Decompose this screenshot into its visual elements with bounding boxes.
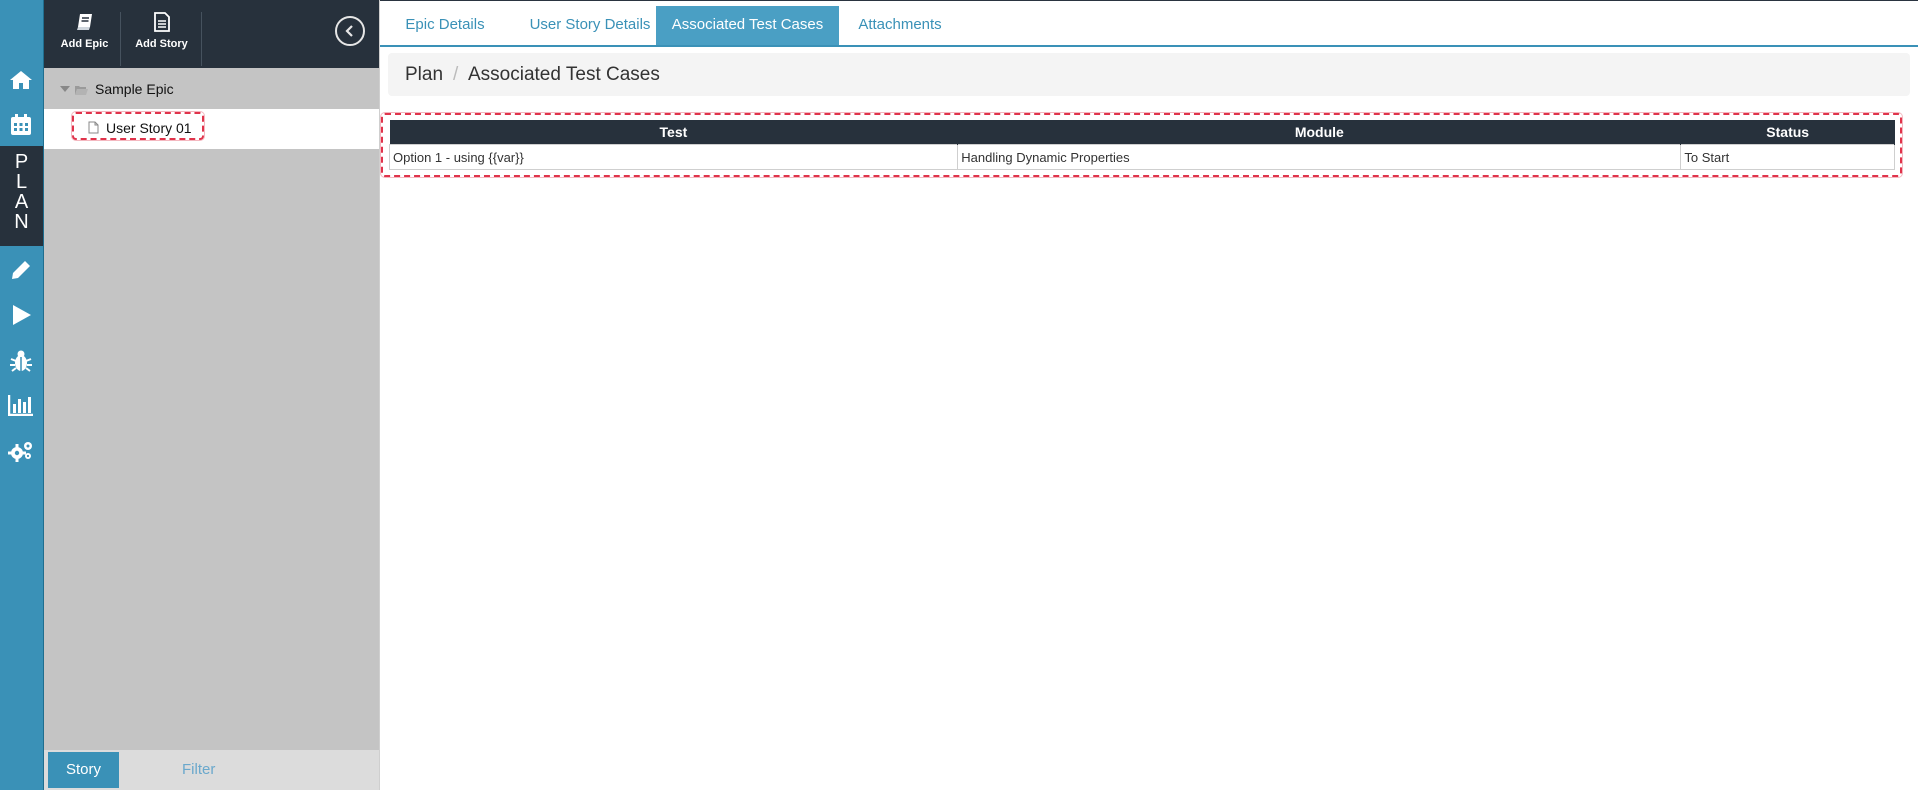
column-header-module[interactable]: Module bbox=[957, 120, 1682, 145]
home-icon[interactable] bbox=[8, 67, 34, 93]
add-story-label: Add Story bbox=[135, 38, 188, 50]
plan-letter: A bbox=[14, 191, 29, 213]
story-tree-panel: Add Epic Add Story Sample Epic User Stor… bbox=[44, 0, 379, 790]
breadcrumb-root[interactable]: Plan bbox=[405, 53, 443, 96]
toolbar-divider bbox=[201, 12, 202, 66]
collapse-panel-button[interactable] bbox=[335, 16, 365, 46]
add-story-button[interactable]: Add Story bbox=[124, 10, 199, 66]
bug-icon[interactable] bbox=[8, 348, 34, 374]
toolbar-divider bbox=[120, 12, 121, 66]
tab-filter[interactable]: Filter bbox=[164, 752, 233, 788]
add-epic-button[interactable]: Add Epic bbox=[47, 10, 122, 66]
nav-rail: P L A N bbox=[0, 0, 43, 790]
document-icon bbox=[124, 10, 199, 34]
plan-letter: P bbox=[14, 151, 29, 173]
breadcrumb-separator: / bbox=[453, 64, 459, 85]
cell-module: Handling Dynamic Properties bbox=[957, 144, 1682, 170]
file-icon bbox=[88, 121, 99, 137]
caret-down-icon[interactable] bbox=[60, 86, 70, 92]
bar-chart-icon[interactable] bbox=[8, 392, 34, 418]
plan-letter: N bbox=[14, 211, 29, 233]
play-icon[interactable] bbox=[8, 302, 34, 328]
chevron-left-icon bbox=[345, 25, 353, 37]
breadcrumb-current: Associated Test Cases bbox=[468, 64, 660, 85]
panel-divider bbox=[379, 0, 380, 790]
pencil-icon[interactable] bbox=[8, 257, 34, 283]
tab-user-story-details[interactable]: User Story Details bbox=[510, 6, 670, 45]
book-icon bbox=[47, 10, 122, 34]
tree-item-epic[interactable]: Sample Epic bbox=[44, 78, 379, 100]
plan-letter: L bbox=[15, 171, 28, 193]
folder-open-icon bbox=[74, 83, 89, 99]
column-header-test[interactable]: Test bbox=[389, 120, 959, 145]
plan-section-label: P L A N bbox=[0, 146, 43, 246]
tree-item-story[interactable]: User Story 01 bbox=[44, 109, 379, 149]
highlight-box: Test Module Status Option 1 - using {{va… bbox=[381, 113, 1902, 177]
detail-tabs: Epic Details User Story Details Associat… bbox=[380, 6, 1918, 47]
add-epic-label: Add Epic bbox=[60, 38, 109, 50]
cell-status: To Start bbox=[1680, 144, 1895, 170]
calendar-icon[interactable] bbox=[8, 112, 34, 138]
column-header-status[interactable]: Status bbox=[1680, 120, 1895, 145]
settings-icon[interactable] bbox=[8, 438, 34, 464]
epic-label: Sample Epic bbox=[95, 81, 174, 97]
tree-toolbar: Add Epic Add Story bbox=[44, 0, 379, 68]
cell-test[interactable]: Option 1 - using {{var}} bbox=[388, 144, 959, 170]
tab-attachments[interactable]: Attachments bbox=[848, 6, 952, 45]
tab-associated-test-cases[interactable]: Associated Test Cases bbox=[656, 6, 839, 45]
table-row[interactable]: Option 1 - using {{var}} Handling Dynami… bbox=[388, 144, 1895, 170]
story-label: User Story 01 bbox=[106, 120, 192, 136]
breadcrumb: Plan / Associated Test Cases bbox=[388, 53, 1910, 96]
test-cases-table: Test Module Status Option 1 - using {{va… bbox=[388, 120, 1895, 170]
tab-epic-details[interactable]: Epic Details bbox=[390, 6, 500, 45]
tab-story[interactable]: Story bbox=[48, 752, 120, 788]
tree-bottom-tabs: Story Filter bbox=[44, 750, 379, 790]
table-header-row: Test Module Status bbox=[389, 120, 1895, 145]
